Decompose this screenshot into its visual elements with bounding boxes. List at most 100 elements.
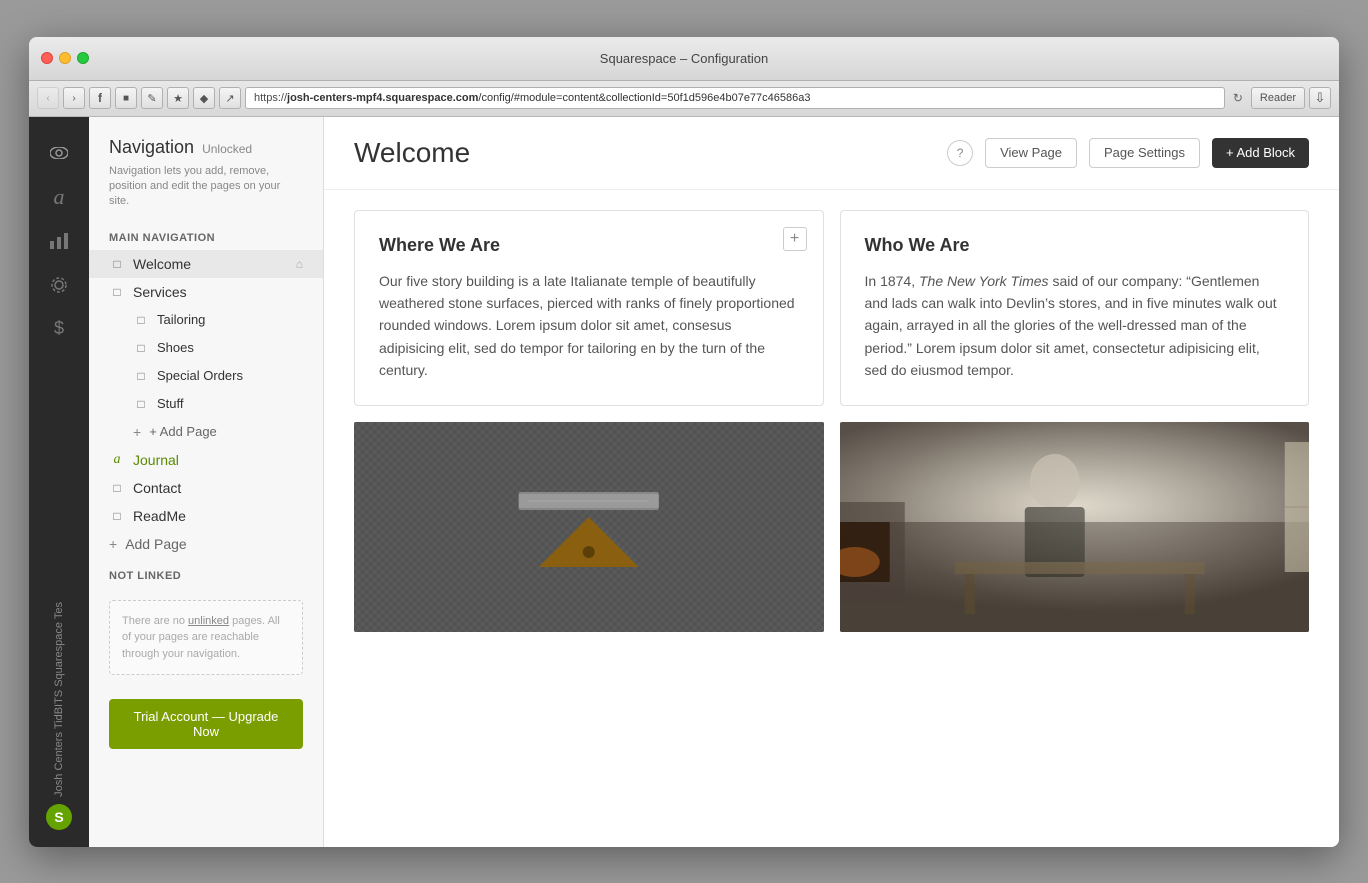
- bookmark-icon[interactable]: ★: [167, 87, 189, 109]
- visibility-icon[interactable]: [39, 133, 79, 173]
- add-page-sub-label: + Add Page: [149, 424, 217, 439]
- nav-panel: Navigation Unlocked Navigation lets you …: [89, 117, 324, 847]
- nav-item-journal[interactable]: a Journal: [89, 446, 323, 474]
- billing-icon[interactable]: $: [39, 309, 79, 349]
- upgrade-button[interactable]: Trial Account — Upgrade Now: [109, 699, 303, 749]
- download-button[interactable]: ⇩: [1309, 87, 1331, 109]
- help-button[interactable]: ?: [947, 140, 973, 166]
- fabric-image: [354, 422, 824, 632]
- browser-toolbar: ‹ › f ■ ✎ ★ ◆ ↗ https:// josh-centers-mp…: [29, 81, 1339, 117]
- secure-indicator: https://: [254, 92, 287, 104]
- block-title-where: Where We Are: [379, 235, 799, 256]
- image-block-oldman[interactable]: [840, 422, 1310, 632]
- add-page-sub-button[interactable]: + + Add Page: [89, 418, 323, 446]
- address-bar[interactable]: https:// josh-centers-mpf4.squarespace.c…: [245, 87, 1225, 109]
- analytics-icon[interactable]: [39, 221, 79, 261]
- plus-icon-main: +: [109, 536, 117, 552]
- nav-label-tailoring: Tailoring: [157, 312, 303, 327]
- main-nav-label: MAIN NAVIGATION: [89, 220, 323, 250]
- close-button[interactable]: [41, 52, 53, 64]
- refresh-button[interactable]: ↻: [1229, 89, 1247, 107]
- nav-item-services[interactable]: □ Services: [89, 278, 323, 306]
- nav-item-tailoring[interactable]: □ Tailoring: [89, 306, 323, 334]
- not-linked-section: There are no unlinked pages. All of your…: [89, 588, 323, 688]
- journal-icon: a: [109, 452, 125, 468]
- plus-icon-sub: +: [133, 424, 141, 440]
- url-path: /config/#module=content&collectionId=50f…: [478, 92, 810, 104]
- main-content: Welcome ? View Page Page Settings + Add …: [324, 117, 1339, 847]
- block-who-we-are: Who We Are In 1874, The New York Times s…: [840, 210, 1310, 407]
- rss-icon[interactable]: ■: [115, 87, 137, 109]
- nav-item-stuff[interactable]: □ Stuff: [89, 390, 323, 418]
- home-icon: ⌂: [296, 257, 303, 271]
- block-text-where: Our five story building is a late Italia…: [379, 270, 799, 382]
- nav-label-journal: Journal: [133, 452, 303, 468]
- not-linked-text: There are no unlinked pages. All of your…: [122, 613, 290, 663]
- nav-description: Navigation lets you add, remove, positio…: [109, 164, 303, 210]
- site-name-text: Josh Centers TidBITS Squarespace Tes: [53, 602, 65, 797]
- page-header: Welcome ? View Page Page Settings + Add …: [324, 117, 1339, 190]
- title-bar: Squarespace – Configuration: [29, 37, 1339, 81]
- add-block-button[interactable]: + Add Block: [1212, 138, 1309, 168]
- doc-icon-tailoring: □: [133, 312, 149, 328]
- nav-item-welcome[interactable]: □ Welcome ⌂: [89, 250, 323, 278]
- page-title: Welcome: [354, 137, 935, 169]
- icon-sidebar: a $ Josh Centers TidBITS Sq: [29, 117, 89, 847]
- view-page-button[interactable]: View Page: [985, 138, 1077, 168]
- block-title-who: Who We Are: [865, 235, 1285, 256]
- squarespace-logo[interactable]: S: [41, 799, 77, 835]
- site-name-label: Josh Centers TidBITS Squarespace Tes: [29, 602, 89, 797]
- doc-icon-services: □: [109, 284, 125, 300]
- nav-panel-title: Navigation: [109, 137, 194, 158]
- unlinked-link[interactable]: unlinked: [188, 615, 229, 627]
- nav-item-readme[interactable]: □ ReadMe: [89, 502, 323, 530]
- content-row-images: [354, 422, 1309, 632]
- nav-label-special-orders: Special Orders: [157, 368, 303, 383]
- nav-label-stuff: Stuff: [157, 396, 303, 411]
- block-where-we-are: + Where We Are Our five story building i…: [354, 210, 824, 407]
- text-icon[interactable]: a: [39, 177, 79, 217]
- nav-label-shoes: Shoes: [157, 340, 303, 355]
- doc-icon-readme: □: [109, 508, 125, 524]
- share-icon[interactable]: ↗: [219, 87, 241, 109]
- nav-label-services: Services: [133, 284, 303, 300]
- doc-icon-contact: □: [109, 480, 125, 496]
- address-bar-wrap: https:// josh-centers-mpf4.squarespace.c…: [245, 87, 1247, 109]
- window-title: Squarespace – Configuration: [600, 51, 768, 66]
- facebook-icon[interactable]: f: [89, 87, 111, 109]
- nav-header: Navigation Unlocked Navigation lets you …: [89, 117, 323, 220]
- not-linked-label: NOT LINKED: [89, 558, 323, 588]
- image-block-fabric[interactable]: [354, 422, 824, 632]
- nav-label-welcome: Welcome: [133, 256, 288, 272]
- doc-icon-special-orders: □: [133, 368, 149, 384]
- doc-icon-welcome: □: [109, 256, 125, 272]
- reader-button[interactable]: Reader: [1251, 87, 1305, 109]
- nav-label-readme: ReadMe: [133, 508, 303, 524]
- nav-item-special-orders[interactable]: □ Special Orders: [89, 362, 323, 390]
- block-text-who: In 1874, The New York Times said of our …: [865, 270, 1285, 382]
- oldman-image: [840, 422, 1310, 632]
- doc-icon-shoes: □: [133, 340, 149, 356]
- edit-icon[interactable]: ✎: [141, 87, 163, 109]
- doc-icon-stuff: □: [133, 396, 149, 412]
- page-settings-button[interactable]: Page Settings: [1089, 138, 1200, 168]
- nav-label-contact: Contact: [133, 480, 303, 496]
- content-area: + Where We Are Our five story building i…: [324, 190, 1339, 847]
- content-row-1: + Where We Are Our five story building i…: [354, 210, 1309, 407]
- shield-icon[interactable]: ◆: [193, 87, 215, 109]
- url-domain: josh-centers-mpf4.squarespace.com: [287, 92, 478, 104]
- settings-icon[interactable]: [39, 265, 79, 305]
- traffic-lights: [41, 52, 89, 64]
- nav-unlocked-label: Unlocked: [202, 142, 252, 156]
- not-linked-box: There are no unlinked pages. All of your…: [109, 600, 303, 676]
- nav-item-contact[interactable]: □ Contact: [89, 474, 323, 502]
- fullscreen-button[interactable]: [77, 52, 89, 64]
- minimize-button[interactable]: [59, 52, 71, 64]
- add-page-main-label: Add Page: [125, 536, 187, 552]
- ss-logo-icon: S: [46, 804, 72, 830]
- nav-item-shoes[interactable]: □ Shoes: [89, 334, 323, 362]
- block-plus-button[interactable]: +: [783, 227, 807, 251]
- forward-button[interactable]: ›: [63, 87, 85, 109]
- back-button[interactable]: ‹: [37, 87, 59, 109]
- add-page-main-button[interactable]: + Add Page: [89, 530, 323, 558]
